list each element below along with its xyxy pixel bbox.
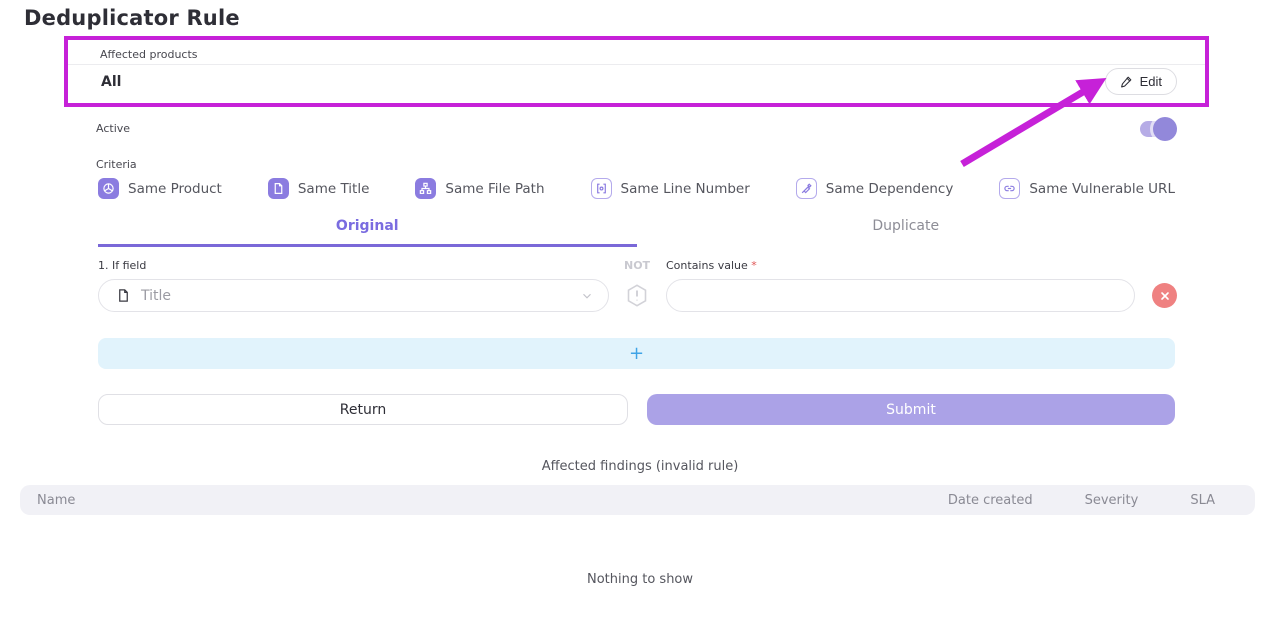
vulnerable-url-icon: [999, 178, 1020, 199]
original-duplicate-tabs: Original Duplicate: [98, 214, 1175, 247]
title-icon: [268, 178, 289, 199]
chevron-down-icon: [580, 289, 594, 303]
column-severity: Severity: [1085, 493, 1139, 508]
affected-products-value: All: [101, 74, 121, 90]
add-condition-button[interactable]: +: [98, 338, 1175, 369]
criteria-row: Same Product Same Title Same File Path S…: [98, 178, 1175, 199]
return-button[interactable]: Return: [98, 394, 628, 425]
empty-state-text: Nothing to show: [0, 572, 1280, 587]
field-select-value: Title: [141, 288, 570, 304]
column-name: Name: [37, 493, 896, 508]
divider: [68, 64, 1205, 65]
column-date-created: Date created: [948, 493, 1033, 508]
criterion-label: Same Product: [128, 181, 222, 197]
remove-condition-button[interactable]: [1152, 283, 1177, 308]
toggle-knob: [1153, 117, 1177, 141]
criterion-same-vulnerable-url[interactable]: Same Vulnerable URL: [999, 178, 1175, 199]
affected-findings-title: Affected findings (invalid rule): [0, 459, 1280, 474]
field-select[interactable]: Title: [98, 279, 609, 312]
criterion-label: Same Line Number: [621, 181, 750, 197]
submit-button[interactable]: Submit: [647, 394, 1175, 425]
criterion-label: Same File Path: [445, 181, 544, 197]
product-icon: [98, 178, 119, 199]
edit-button-label: Edit: [1140, 74, 1162, 89]
criteria-label: Criteria: [96, 158, 137, 171]
deduplicator-rule-page: Deduplicator Rule Affected products All …: [0, 0, 1280, 621]
criterion-label: Same Title: [298, 181, 370, 197]
if-field-label: 1. If field: [98, 259, 146, 272]
contains-value-label: Contains value *: [666, 259, 757, 272]
not-toggle-icon[interactable]: [625, 283, 649, 308]
required-asterisk: *: [751, 259, 757, 272]
criterion-same-dependency[interactable]: Same Dependency: [796, 178, 954, 199]
criterion-label: Same Vulnerable URL: [1029, 181, 1175, 197]
file-path-icon: [415, 178, 436, 199]
active-label: Active: [96, 122, 130, 135]
close-icon: [1159, 290, 1171, 302]
document-icon: [116, 288, 131, 303]
criterion-same-file-path[interactable]: Same File Path: [415, 178, 544, 199]
findings-table-header: Name Date created Severity SLA: [20, 485, 1255, 515]
criterion-label: Same Dependency: [826, 181, 954, 197]
page-title: Deduplicator Rule: [24, 6, 240, 30]
criterion-same-product[interactable]: Same Product: [98, 178, 222, 199]
dependency-icon: [796, 178, 817, 199]
pencil-icon: [1120, 75, 1133, 88]
tab-original[interactable]: Original: [98, 214, 637, 247]
criterion-same-line-number[interactable]: Same Line Number: [591, 178, 750, 199]
column-sla: SLA: [1190, 493, 1215, 508]
contains-value-input[interactable]: [666, 279, 1135, 312]
edit-button[interactable]: Edit: [1105, 68, 1177, 95]
affected-products-label: Affected products: [100, 48, 198, 61]
tab-duplicate[interactable]: Duplicate: [637, 214, 1176, 247]
not-label: NOT: [624, 259, 650, 272]
affected-products-panel: Affected products All Edit: [64, 36, 1209, 107]
line-number-icon: [591, 178, 612, 199]
active-toggle[interactable]: [1140, 121, 1174, 137]
criterion-same-title[interactable]: Same Title: [268, 178, 370, 199]
plus-icon: +: [629, 343, 644, 364]
